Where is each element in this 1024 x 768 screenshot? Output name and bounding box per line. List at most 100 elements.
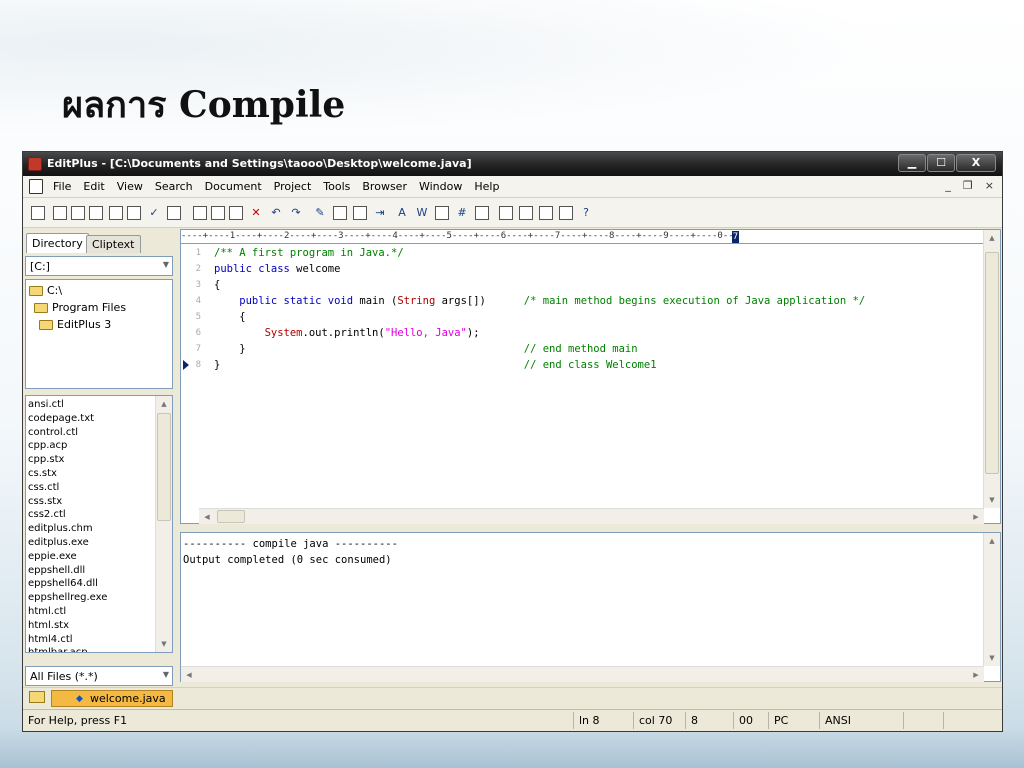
cut-icon[interactable] [193, 206, 207, 220]
scroll-thumb[interactable] [217, 510, 245, 523]
delete-icon[interactable]: ✕ [249, 206, 263, 220]
tab-cliptext[interactable]: Cliptext [86, 235, 141, 253]
settings-icon[interactable] [475, 206, 489, 220]
file-list-item[interactable]: editplus.chm [28, 522, 93, 536]
print-preview-icon[interactable] [109, 206, 123, 220]
menu-item-document[interactable]: Document [199, 180, 268, 193]
font-icon[interactable]: A [395, 206, 409, 220]
mdi-close-button[interactable]: × [985, 179, 994, 192]
find-icon[interactable] [167, 206, 181, 220]
indent-icon[interactable]: ⇥ [373, 206, 387, 220]
file-list-item[interactable]: eppshell.dll [28, 564, 85, 578]
scroll-up-icon[interactable]: ▲ [984, 230, 1000, 246]
output-window[interactable]: ---------- compile java ---------- Output… [180, 532, 1001, 682]
output-horizontal-scrollbar[interactable]: ◀ ▶ [181, 666, 984, 682]
document-icon[interactable] [29, 179, 43, 194]
menu-item-browser[interactable]: Browser [356, 180, 413, 193]
code-line[interactable]: System.out.println("Hello, Java"); [214, 325, 480, 341]
menu-item-tools[interactable]: Tools [317, 180, 356, 193]
file-list-item[interactable]: eppshell64.dll [28, 577, 98, 591]
output-vertical-scrollbar[interactable]: ▲ ▼ [983, 533, 1000, 666]
scroll-right-icon[interactable]: ▶ [968, 667, 984, 683]
tab-welcome-java[interactable]: ◆ welcome.java [51, 690, 173, 707]
save-icon[interactable] [71, 206, 85, 220]
window-icon[interactable] [559, 206, 573, 220]
line-numbers-icon[interactable] [435, 206, 449, 220]
print-icon[interactable] [127, 206, 141, 220]
menu-item-view[interactable]: View [111, 180, 149, 193]
tree-item-c-drive[interactable]: C:\ [29, 283, 62, 298]
scroll-thumb[interactable] [985, 252, 999, 474]
help-pointer-icon[interactable]: ? [579, 206, 593, 220]
highlighter-icon[interactable]: ✎ [313, 206, 327, 220]
hex-icon[interactable]: # [455, 206, 469, 220]
undo-icon[interactable]: ↶ [269, 206, 283, 220]
file-list-item[interactable]: html.stx [28, 619, 69, 633]
scroll-left-icon[interactable]: ◀ [181, 667, 197, 683]
file-list-item[interactable]: editplus.exe [28, 536, 89, 550]
file-list-item[interactable]: cpp.stx [28, 453, 64, 467]
scroll-down-icon[interactable]: ▼ [984, 492, 1000, 508]
mdi-minimize-button[interactable]: _ [945, 179, 951, 192]
cliptext-icon[interactable] [539, 206, 553, 220]
file-list-item[interactable]: eppie.exe [28, 550, 77, 564]
tree-item-program-files[interactable]: Program Files [34, 300, 126, 315]
file-list-item[interactable]: html4.ctl [28, 633, 73, 647]
mdi-restore-button[interactable]: ❐ [963, 179, 973, 192]
drive-select[interactable]: [C:] ▼ [25, 256, 173, 276]
code-line[interactable]: public class welcome [214, 261, 340, 277]
code-line[interactable]: } // end method main [214, 341, 637, 357]
menu-item-search[interactable]: Search [149, 180, 199, 193]
redo-icon[interactable]: ↷ [289, 206, 303, 220]
code-line[interactable]: { [214, 277, 220, 293]
paste-icon[interactable] [229, 206, 243, 220]
view-right-icon[interactable] [519, 206, 533, 220]
code-line[interactable]: { [214, 309, 245, 325]
minimize-button[interactable]: ▁ [898, 154, 926, 172]
scroll-left-icon[interactable]: ◀ [199, 509, 215, 525]
spell-check-icon[interactable]: ✓ [147, 206, 161, 220]
scroll-down-icon[interactable]: ▼ [984, 650, 1000, 666]
file-filter-select[interactable]: All Files (*.*) ▼ [25, 666, 173, 686]
file-list-item[interactable]: css.ctl [28, 481, 59, 495]
scroll-up-icon[interactable]: ▲ [156, 396, 172, 412]
editor-horizontal-scrollbar[interactable]: ◀ ▶ [199, 508, 984, 524]
code-line[interactable]: public static void main (String args[]) … [214, 293, 865, 309]
menu-item-window[interactable]: Window [413, 180, 468, 193]
scroll-right-icon[interactable]: ▶ [968, 509, 984, 525]
code-line[interactable]: /** A first program in Java.*/ [214, 245, 404, 261]
folder-icon[interactable] [29, 691, 45, 703]
file-list-item[interactable]: cpp.acp [28, 439, 67, 453]
menu-item-edit[interactable]: Edit [77, 180, 110, 193]
scroll-up-icon[interactable]: ▲ [984, 533, 1000, 549]
editplus-app-icon[interactable] [28, 157, 42, 171]
copy-icon[interactable] [211, 206, 225, 220]
file-list-item[interactable]: htmlbar.acp [28, 646, 88, 652]
close-button[interactable]: X [956, 154, 996, 172]
menu-item-help[interactable]: Help [468, 180, 505, 193]
file-list-item[interactable]: cs.stx [28, 467, 57, 481]
maximize-button[interactable]: ☐ [927, 154, 955, 172]
word-wrap-icon[interactable] [353, 206, 367, 220]
file-list-item[interactable]: ansi.ctl [28, 398, 64, 412]
tree-item-editplus[interactable]: EditPlus 3 [39, 317, 111, 332]
file-list-scrollbar[interactable]: ▲ ▼ [155, 396, 172, 652]
scroll-thumb[interactable] [157, 413, 171, 521]
save-all-icon[interactable] [89, 206, 103, 220]
code-line[interactable]: } // end class Welcome1 [214, 357, 657, 373]
tab-directory[interactable]: Directory [26, 233, 89, 253]
file-list-item[interactable]: css.stx [28, 495, 62, 509]
open-folder-icon[interactable] [53, 206, 67, 220]
editor-vertical-scrollbar[interactable]: ▲ ▼ [983, 230, 1000, 508]
menu-item-file[interactable]: File [47, 180, 77, 193]
new-file-icon[interactable] [31, 206, 45, 220]
screen-split-icon[interactable] [499, 206, 513, 220]
title-bar[interactable]: EditPlus - [C:\Documents and Settings\ta… [23, 152, 1002, 176]
replace-icon[interactable] [333, 206, 347, 220]
file-list-item[interactable]: css2.ctl [28, 508, 66, 522]
bold-icon[interactable]: W [415, 206, 429, 220]
file-list-item[interactable]: html.ctl [28, 605, 66, 619]
scroll-down-icon[interactable]: ▼ [156, 636, 172, 652]
code-editor[interactable]: ----+----1----+----2----+----3----+----4… [180, 229, 1001, 524]
file-list-item[interactable]: codepage.txt [28, 412, 94, 426]
